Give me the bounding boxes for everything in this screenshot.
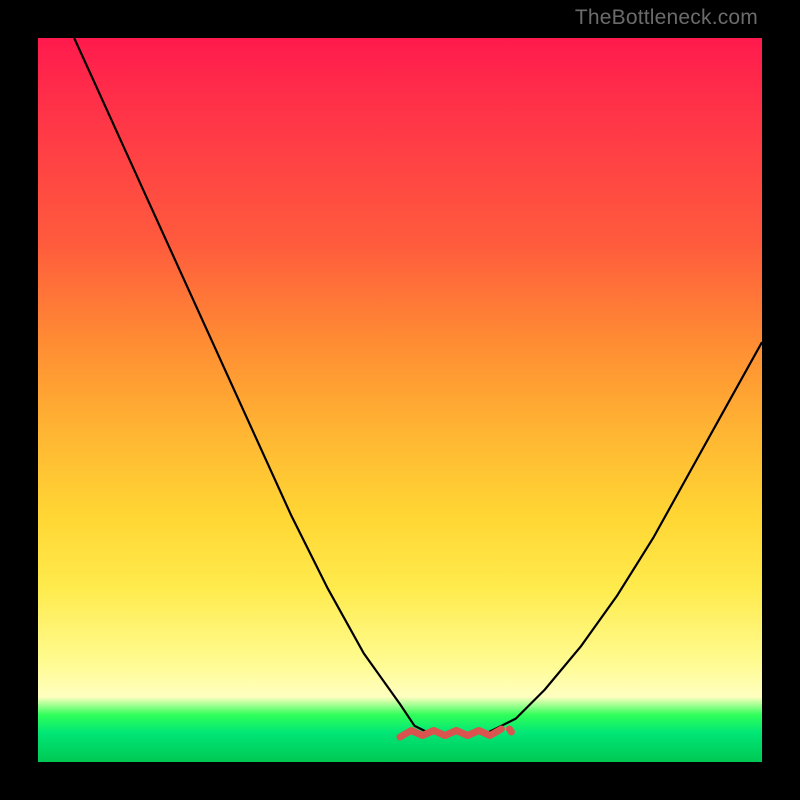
- chart-frame: TheBottleneck.com: [0, 0, 800, 800]
- curve-layer: [38, 38, 762, 762]
- curve-path: [74, 38, 762, 733]
- watermark-label: TheBottleneck.com: [575, 6, 758, 30]
- plot-area: [38, 38, 762, 762]
- valley-highlight: [400, 729, 511, 737]
